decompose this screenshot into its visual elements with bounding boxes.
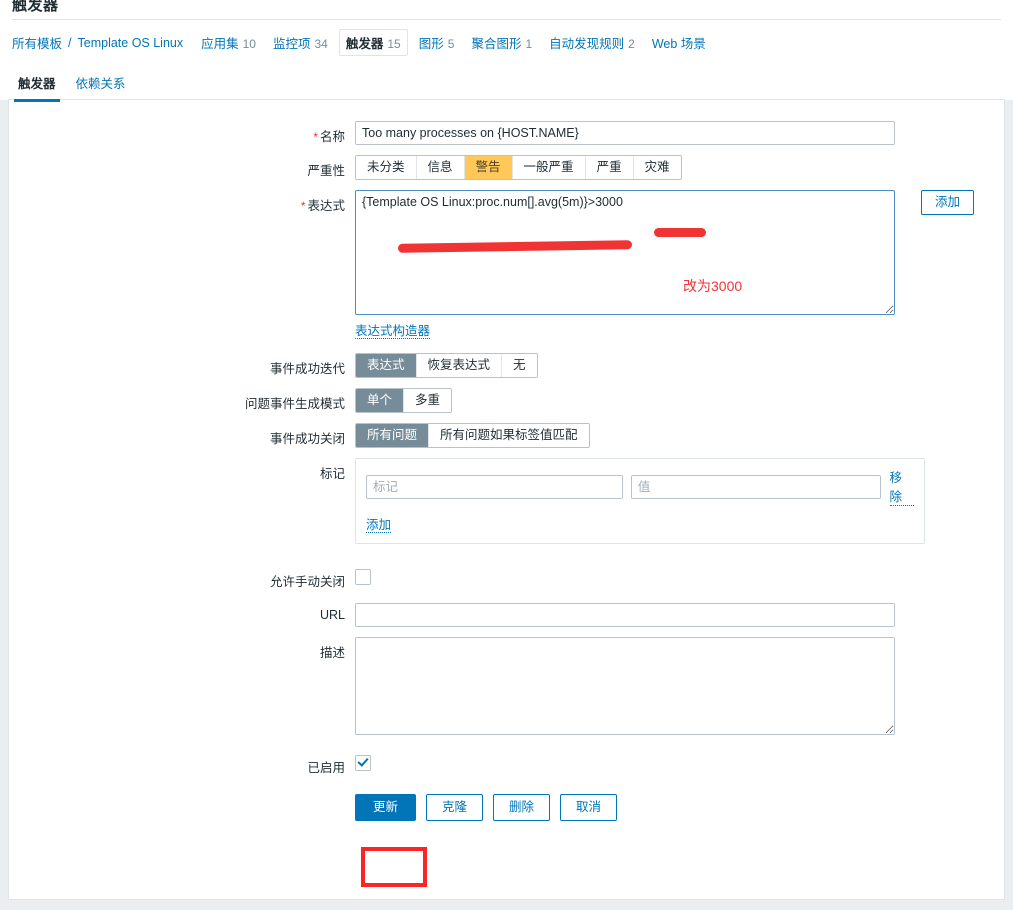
- action-buttons: 更新 克隆 删除 取消: [355, 794, 1013, 821]
- nav-item-graphs[interactable]: 图形 5: [419, 33, 455, 52]
- form-row-problem-event-mode: 问题事件生成模式 单个 多重: [0, 388, 1013, 413]
- manual-close-checkbox[interactable]: [355, 569, 371, 585]
- nav-item-screens[interactable]: 聚合图形 1: [471, 33, 532, 52]
- severity-option-average[interactable]: 一般严重: [512, 156, 586, 179]
- problem-event-mode-option-multiple[interactable]: 多重: [404, 389, 452, 412]
- expression-label: * 表达式: [300, 199, 345, 213]
- tag-value-input[interactable]: [630, 474, 881, 499]
- severity-label: 严重性: [307, 164, 345, 178]
- form-row-event-generation: 事件成功迭代 表达式 恢复表达式 无: [0, 353, 1013, 378]
- severity-option-high[interactable]: 严重: [585, 156, 634, 179]
- url-label: URL: [319, 608, 345, 622]
- page-title: 触发器: [12, 0, 59, 14]
- delete-button[interactable]: 删除: [493, 794, 551, 821]
- add-expression-button[interactable]: 添加: [921, 190, 975, 215]
- form-row-tags: 标记 移除 添加: [0, 458, 1013, 544]
- close-event-label: 事件成功关闭: [269, 432, 345, 446]
- problem-event-mode-option-single[interactable]: 单个: [356, 389, 405, 412]
- nav-item-triggers[interactable]: 触发器 15: [338, 29, 408, 56]
- close-event-radio-group: 所有问题 所有问题如果标签值匹配: [355, 423, 590, 448]
- breadcrumb-template-name[interactable]: Template OS Linux: [78, 36, 184, 50]
- problem-event-mode-radio-group: 单个 多重: [355, 388, 453, 413]
- severity-option-not-classified[interactable]: 未分类: [356, 156, 417, 179]
- required-asterisk: *: [313, 130, 318, 144]
- severity-option-information[interactable]: 信息: [416, 156, 465, 179]
- tag-remove-link[interactable]: 移除: [889, 467, 914, 506]
- tab-bar: 触发器 依赖关系: [8, 66, 1005, 102]
- tab-dependencies[interactable]: 依赖关系: [66, 66, 136, 101]
- event-generation-label: 事件成功迭代: [269, 362, 345, 376]
- event-generation-option-none[interactable]: 无: [502, 354, 537, 377]
- severity-option-warning[interactable]: 警告: [464, 156, 513, 179]
- tag-add-link[interactable]: 添加: [366, 518, 392, 533]
- event-generation-option-recovery-expression[interactable]: 恢复表达式: [416, 354, 503, 377]
- trigger-form: *名称 严重性 未分类 信息 警告 一般严重 严重 灾难 *表达式 添加: [0, 100, 1013, 831]
- breadcrumb: 所有模板 / Template OS Linux 应用集 10 监控项 34 触…: [0, 20, 1013, 65]
- form-row-close-event: 事件成功关闭 所有问题 所有问题如果标签值匹配: [0, 423, 1013, 448]
- clone-button[interactable]: 克隆: [426, 794, 484, 821]
- description-textarea[interactable]: [355, 637, 895, 735]
- form-row-name: * 名称: [0, 121, 1013, 145]
- nav-item-applications[interactable]: 应用集 10: [201, 33, 256, 52]
- nav-item-discovery-rules[interactable]: 自动发现规则 2: [549, 33, 635, 52]
- form-row-actions: 更新 克隆 删除 取消: [0, 786, 1013, 821]
- required-asterisk: *: [300, 199, 306, 213]
- tag-key-input[interactable]: [366, 474, 623, 499]
- nav-item-web-scenarios[interactable]: Web 场景: [652, 33, 710, 52]
- tags-container: 移除 添加: [355, 458, 925, 544]
- form-row-expression: *表达式 添加 表达式构造器: [0, 190, 1013, 339]
- event-generation-option-expression[interactable]: 表达式: [356, 354, 417, 377]
- problem-event-mode-label: 问题事件生成模式: [244, 397, 345, 411]
- severity-option-disaster[interactable]: 灾难: [633, 156, 681, 179]
- enabled-label: 已启用: [307, 761, 345, 775]
- tab-triggers[interactable]: 触发器: [8, 66, 66, 102]
- breadcrumb-all-templates[interactable]: 所有模板: [12, 33, 62, 52]
- close-event-option-all-problems[interactable]: 所有问题: [356, 424, 430, 447]
- tags-label: 标记: [319, 467, 345, 481]
- name-input[interactable]: [355, 121, 895, 145]
- tag-row: 移除: [366, 467, 914, 506]
- nav-item-items[interactable]: 监控项 34: [273, 33, 328, 52]
- form-row-enabled: 已启用: [0, 752, 1013, 776]
- event-generation-radio-group: 表达式 恢复表达式 无: [355, 353, 538, 378]
- form-row-description: 描述: [0, 637, 1013, 738]
- form-row-severity: 严重性 未分类 信息 警告 一般严重 严重 灾难: [0, 155, 1013, 180]
- expression-constructor-link[interactable]: 表达式构造器: [355, 324, 431, 339]
- expression-textarea[interactable]: [355, 190, 895, 315]
- update-button[interactable]: 更新: [355, 794, 417, 821]
- url-input[interactable]: [355, 603, 895, 627]
- cancel-button[interactable]: 取消: [560, 794, 618, 821]
- form-row-url: URL: [0, 603, 1013, 627]
- name-label: * 名称: [313, 130, 345, 144]
- breadcrumb-separator: /: [68, 35, 72, 50]
- severity-radio-group: 未分类 信息 警告 一般严重 严重 灾难: [355, 155, 682, 180]
- page-title-bar: 触发器: [0, 0, 1013, 20]
- enabled-checkbox[interactable]: [355, 755, 371, 771]
- manual-close-label: 允许手动关闭: [269, 575, 345, 589]
- form-row-manual-close: 允许手动关闭: [0, 566, 1013, 590]
- close-event-option-tag-match[interactable]: 所有问题如果标签值匹配: [429, 424, 589, 447]
- description-label: 描述: [319, 646, 345, 660]
